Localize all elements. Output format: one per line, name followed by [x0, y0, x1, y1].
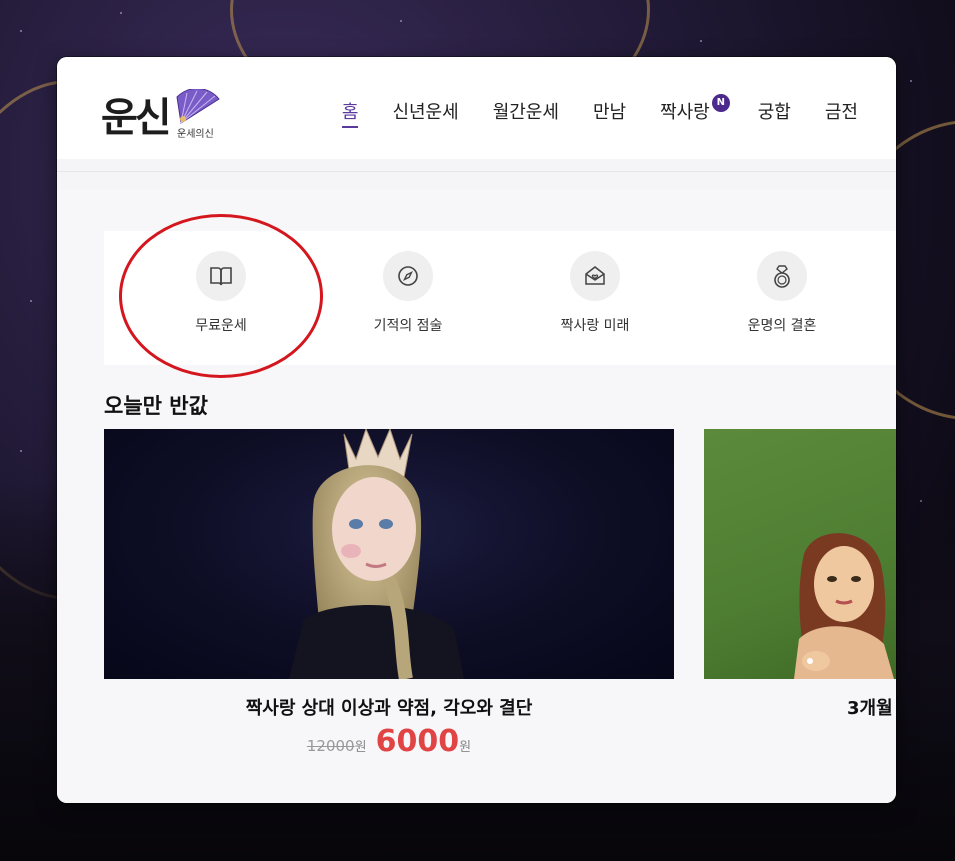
product-card-image[interactable] — [704, 429, 896, 679]
quick-item-destined-marriage[interactable]: 운명의 결혼 — [712, 251, 852, 335]
product-card-image[interactable] — [104, 429, 674, 679]
section-title: 오늘만 반값 — [104, 394, 208, 418]
quick-item-miracle-divination[interactable]: 기적의 점술 — [338, 251, 478, 335]
main-content: 무료운세 기적의 점술 짝사랑 미래 운명의 결혼 오늘만 반값 짝사랑 상대 … — [57, 189, 896, 803]
quick-item-label: 무료운세 — [195, 318, 247, 334]
quick-item-label: 기적의 점술 — [373, 318, 443, 334]
new-badge: N — [711, 94, 730, 112]
quick-item-label: 운명의 결혼 — [747, 318, 817, 334]
nav-item-label: 짝사랑 — [660, 102, 710, 123]
product-price: 12000원 6000원 — [104, 724, 674, 759]
nav-item-label: 월간운세 — [492, 102, 559, 123]
nav-item-label: 궁합 — [757, 102, 791, 123]
nav-item-label: 신년운세 — [392, 102, 459, 123]
nav-item-label: 금전 — [824, 102, 858, 123]
nav-item-label: 만남 — [592, 102, 627, 123]
logo-subtitle: 운세의신 — [177, 129, 214, 140]
quick-menu: 무료운세 기적의 점술 짝사랑 미래 운명의 결혼 — [104, 231, 896, 365]
ring-icon — [757, 251, 807, 301]
logo-text: 운신 — [101, 94, 172, 141]
main-nav: 홈 신년운세 월간운세 만남 짝사랑 N 궁합 금전 — [308, 94, 858, 128]
sale-price-unit: 원 — [459, 740, 472, 755]
nav-item-crush[interactable]: 짝사랑 N — [660, 94, 730, 128]
nav-item-money[interactable]: 금전 — [825, 98, 858, 128]
nav-item-home[interactable]: 홈 — [341, 98, 359, 128]
quick-item-crush-future[interactable]: 짝사랑 미래 — [525, 251, 665, 335]
original-price: 12000 — [306, 737, 355, 755]
browser-window: 운신 운세의신 홈 신년운세 월간운세 만남 짝사랑 N 궁합 금전 무료운세 … — [57, 57, 896, 803]
quick-item-free-fortune[interactable]: 무료운세 — [151, 251, 291, 335]
nav-item-label: 홈 — [341, 102, 359, 123]
love-letter-icon — [570, 251, 620, 301]
original-price-unit: 원 — [354, 740, 367, 755]
product-card-title[interactable]: 짝사랑 상대 이상과 약점, 각오와 결단 — [104, 694, 674, 720]
quick-item-label: 짝사랑 미래 — [560, 318, 630, 334]
compass-icon — [383, 251, 433, 301]
product-card-title[interactable]: 3개월 — [847, 694, 893, 720]
nav-item-new-year-fortune[interactable]: 신년운세 — [392, 98, 458, 128]
nav-item-meeting[interactable]: 만남 — [593, 98, 626, 128]
site-logo[interactable]: 운신 운세의신 — [101, 85, 221, 145]
divider-line — [57, 171, 896, 172]
book-icon — [196, 251, 246, 301]
header-divider — [57, 159, 896, 189]
sale-price: 6000 — [375, 724, 460, 759]
fan-icon — [176, 89, 220, 124]
nav-item-compatibility[interactable]: 궁합 — [758, 98, 791, 128]
nav-item-monthly-fortune[interactable]: 월간운세 — [493, 98, 559, 128]
site-header: 운신 운세의신 홈 신년운세 월간운세 만남 짝사랑 N 궁합 금전 — [57, 57, 896, 159]
